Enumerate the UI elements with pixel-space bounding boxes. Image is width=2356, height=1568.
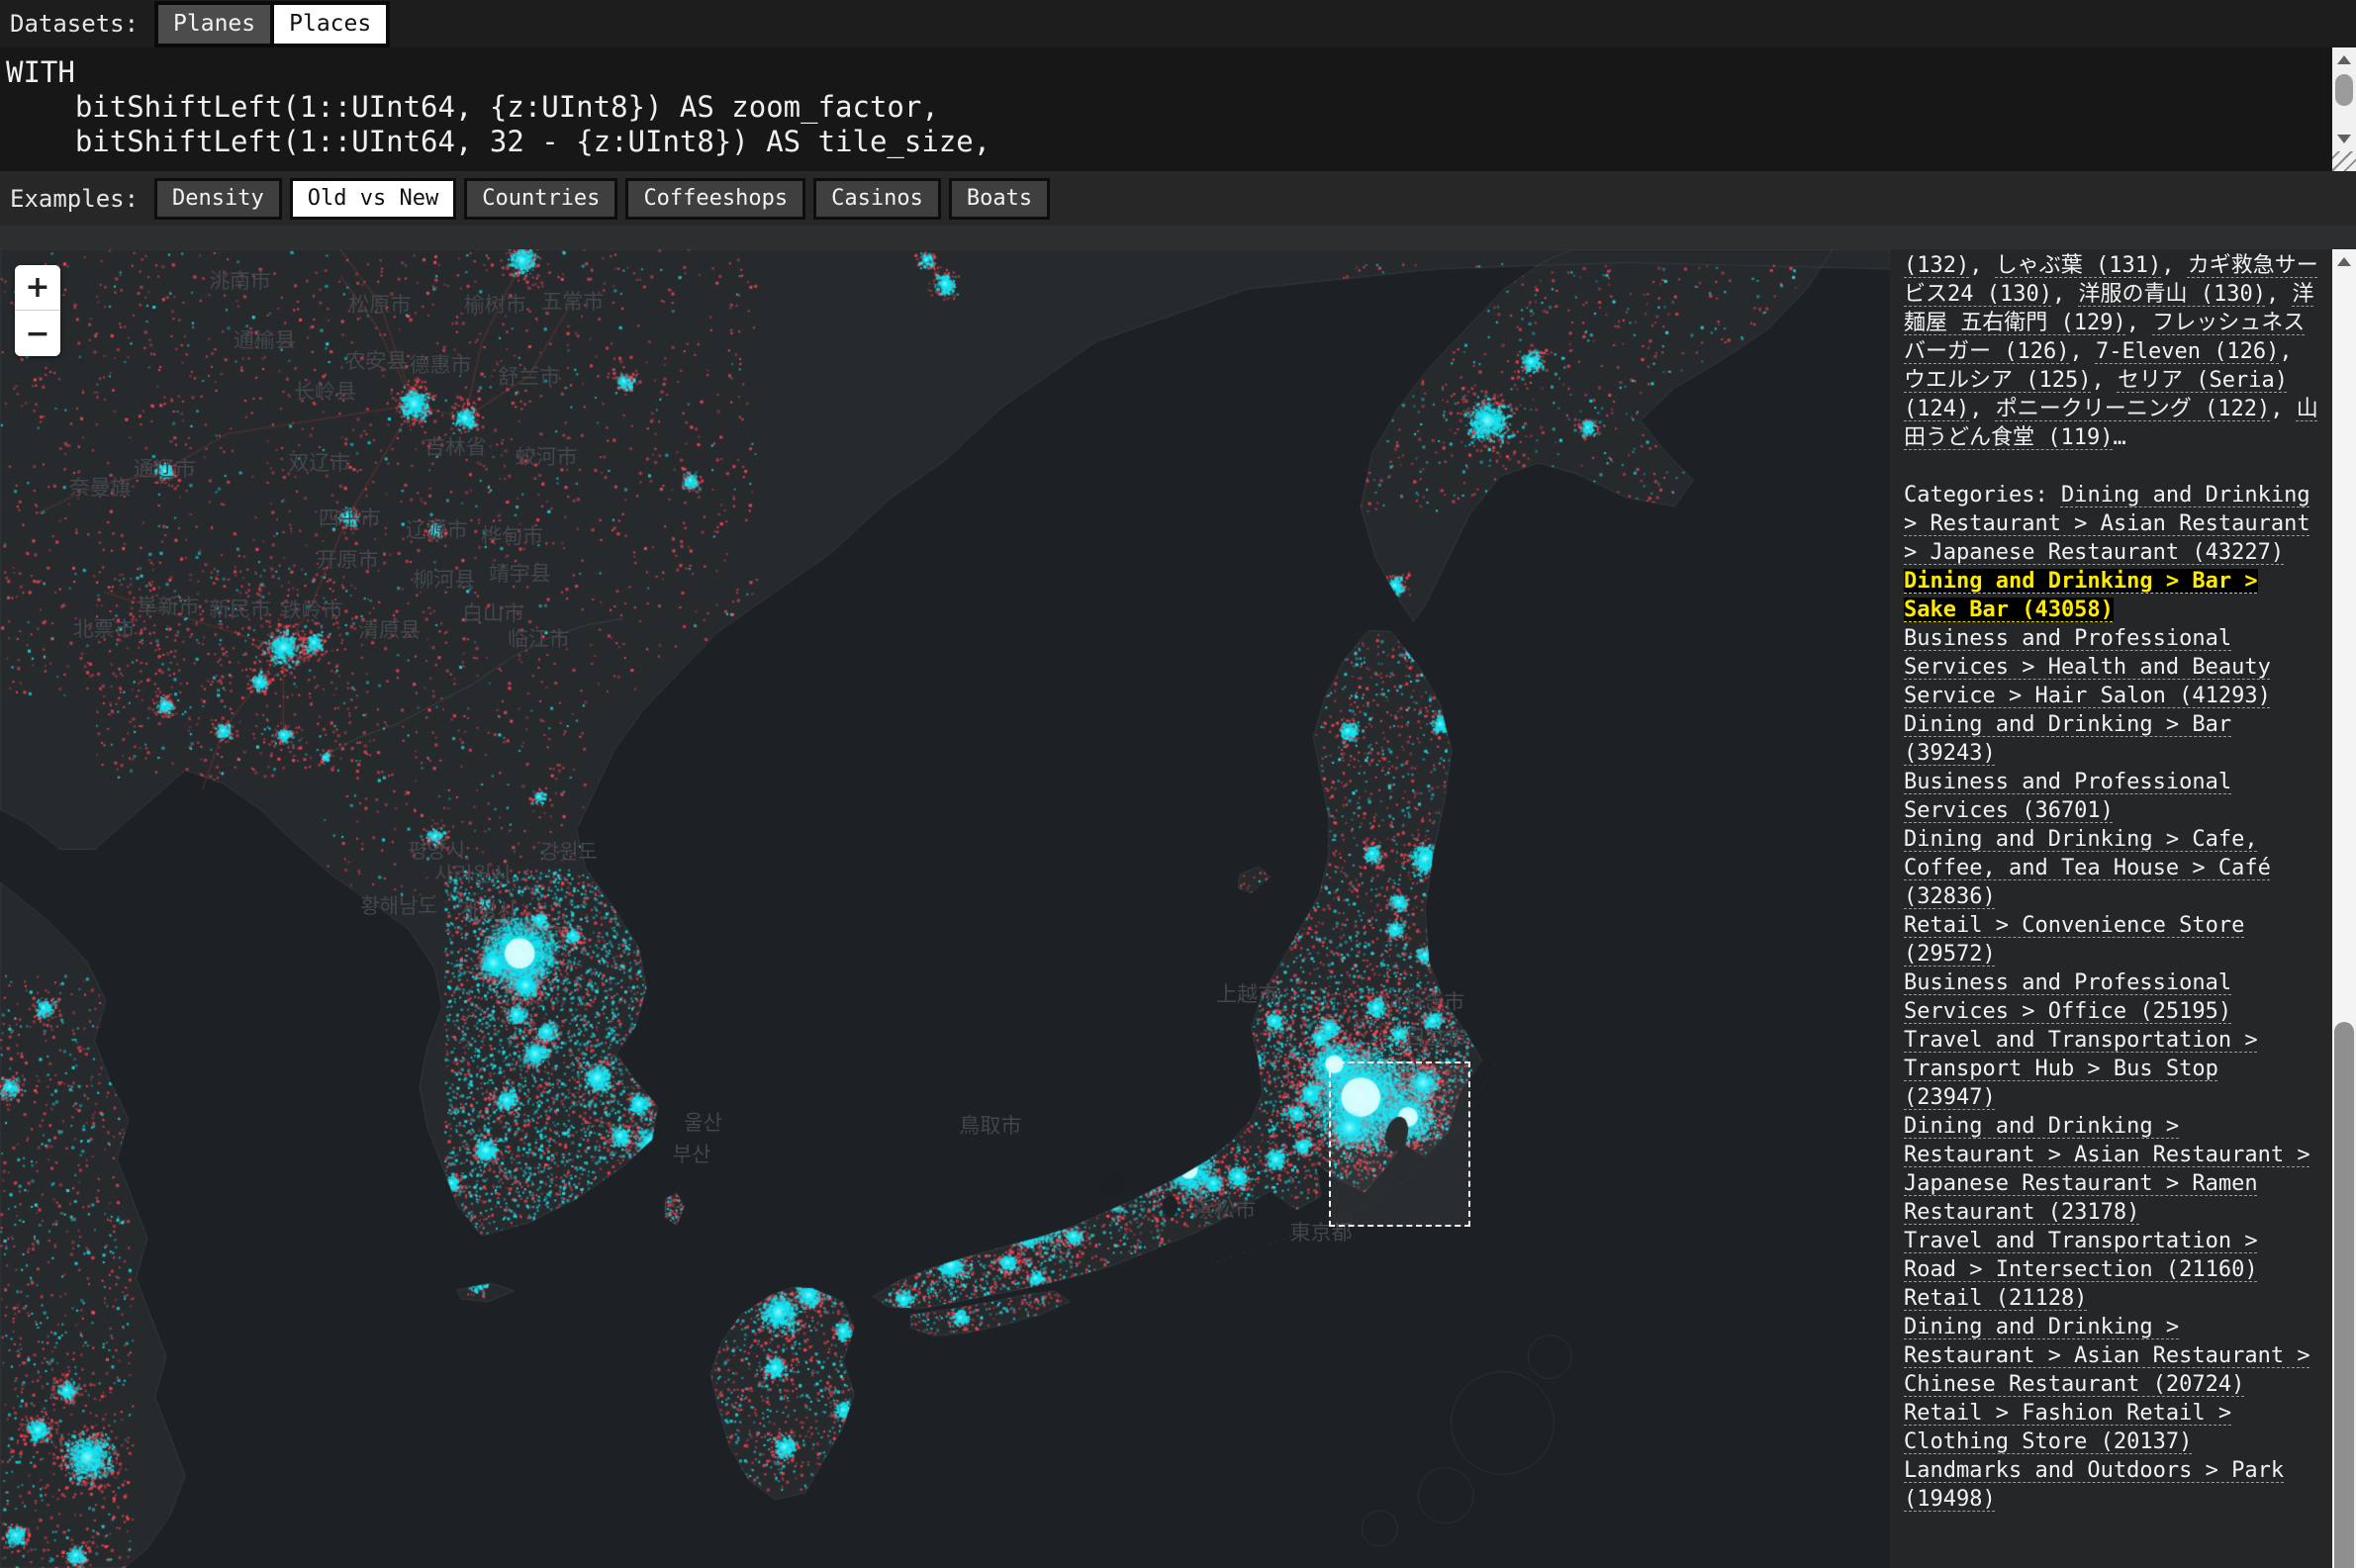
main-row: 洮南市松原市榆树市五常市通榆县农安县德惠市舒兰市长岭县双辽市吉林省蛟河市四平市辽… [0,249,2356,1568]
category-link[interactable]: Business and Professional Services > Off… [1904,970,2231,1024]
category-link[interactable]: Business and Professional Services (3670… [1904,770,2231,823]
map-selection-rectangle[interactable] [1329,1061,1470,1227]
category-item[interactable]: Retail > Convenience Store (29572) [1904,911,2322,968]
zoom-in-button[interactable]: + [15,265,60,311]
category-link[interactable]: Dining and Drinking > Restaurant > Asian… [1904,1114,2310,1225]
category-item[interactable]: Dining and Drinking > Cafe, Coffee, and … [1904,825,2322,911]
example-button-coffeeshops[interactable]: Coffeeshops [625,178,805,220]
dataset-button-places[interactable]: Places [274,5,386,44]
map-canvas-container[interactable]: 洮南市松原市榆树市五常市通榆县农安县德惠市舒兰市长岭县双辽市吉林省蛟河市四平市辽… [0,249,1890,1568]
datasets-label: Datasets: [10,10,139,38]
sidebar-scrollbar-thumb[interactable] [2334,1022,2354,1568]
category-link[interactable]: Travel and Transportation > Transport Hu… [1904,1028,2258,1110]
category-item[interactable]: Business and Professional Services (3670… [1904,768,2322,825]
sidebar-scroll-up-icon[interactable] [2332,251,2356,271]
category-link[interactable]: Dining and Drinking > Cafe, Coffee, and … [1904,827,2271,909]
brand-link[interactable]: ポニークリーニング (122) [1996,397,2270,421]
category-item[interactable]: Business and Professional Services > Off… [1904,968,2322,1026]
places-map[interactable] [0,249,1890,1568]
category-link[interactable]: Business and Professional Services > Hea… [1904,626,2271,708]
query-status-bar: Processed 4.04 million rows, 42.32 MiB [0,226,2356,249]
category-link[interactable]: Travel and Transportation > Road > Inter… [1904,1229,2258,1282]
sql-code-text[interactable]: WITH bitShiftLeft(1::UInt64, {z:UInt8}) … [0,47,2356,159]
results-sidebar: (132), しゃぶ葉 (131), カギ救急サービス24 (130), 洋服の… [1890,249,2332,1568]
categories-heading: Categories: [1904,483,2061,507]
scroll-up-icon[interactable] [2332,49,2356,69]
category-item[interactable]: Landmarks and Outdoors > Park (19498) [1904,1456,2322,1514]
textarea-resize-grip-icon[interactable] [2332,151,2356,171]
category-link[interactable]: Landmarks and Outdoors > Park (19498) [1904,1458,2284,1512]
category-item[interactable]: Travel and Transportation > Road > Inter… [1904,1227,2322,1284]
category-link[interactable]: Dining and Drinking > Bar > Sake Bar (43… [1904,569,2258,622]
example-button-old-vs-new[interactable]: Old vs New [290,178,456,220]
brand-link[interactable]: 洋服の青山 (130) [2078,282,2265,307]
scroll-down-icon[interactable] [2332,129,2356,148]
example-button-countries[interactable]: Countries [464,178,617,220]
example-button-boats[interactable]: Boats [949,178,1050,220]
category-link[interactable]: Dining and Drinking > Restaurant > Asian… [1904,1315,2310,1397]
category-link[interactable]: Retail (21128) [1904,1286,2087,1311]
top-brands-list: (132), しゃぶ葉 (131), カギ救急サービス24 (130), 洋服の… [1904,251,2322,452]
dataset-button-planes[interactable]: Planes [158,5,270,44]
brand-link[interactable]: 7-Eleven (126) [2096,339,2279,364]
brand-link[interactable]: ウエルシア (125) [1904,368,2091,393]
category-item[interactable]: Dining and Drinking > Bar (39243) [1904,710,2322,768]
datasets-bar: Datasets: PlanesPlaces [0,0,2356,47]
category-item[interactable]: Retail (21128) [1904,1284,2322,1313]
datasets-button-group: PlanesPlaces [154,1,390,47]
category-item-highlighted[interactable]: Dining and Drinking > Bar > Sake Bar (43… [1904,567,2322,624]
zoom-out-button[interactable]: − [15,311,60,356]
examples-bar: Examples: DensityOld vs NewCountriesCoff… [0,171,2356,226]
category-item[interactable]: Dining and Drinking > Restaurant > Asian… [1904,1112,2322,1227]
examples-label: Examples: [10,185,139,213]
categories-list: Dining and Drinking > Bar > Sake Bar (43… [1904,567,2322,1514]
examples-button-group: DensityOld vs NewCountriesCoffeeshopsCas… [154,178,1058,220]
sidebar-scrollbar[interactable] [2332,249,2356,1568]
code-scrollbar-thumb[interactable] [2335,74,2353,106]
category-item[interactable]: Travel and Transportation > Transport Hu… [1904,1026,2322,1112]
example-button-casinos[interactable]: Casinos [813,178,941,220]
geo-places-app: Datasets: PlanesPlaces WITH bitShiftLeft… [0,0,2356,1568]
category-link[interactable]: Retail > Convenience Store (29572) [1904,913,2244,967]
brand-link[interactable]: しゃぶ葉 (131) [1996,253,2161,278]
category-link[interactable]: Retail > Fashion Retail > Clothing Store… [1904,1401,2231,1454]
category-item[interactable]: Dining and Drinking > Restaurant > Asian… [1904,1313,2322,1399]
category-item[interactable]: Retail > Fashion Retail > Clothing Store… [1904,1399,2322,1456]
sql-code-editor[interactable]: WITH bitShiftLeft(1::UInt64, {z:UInt8}) … [0,47,2356,171]
categories-section: Categories: Dining and Drinking > Restau… [1904,481,2322,1514]
map-zoom-control: + − [15,265,60,356]
brand-link[interactable]: (132) [1904,253,1969,278]
example-button-density[interactable]: Density [154,178,282,220]
category-link[interactable]: Dining and Drinking > Bar (39243) [1904,712,2231,766]
category-item[interactable]: Business and Professional Services > Hea… [1904,624,2322,710]
